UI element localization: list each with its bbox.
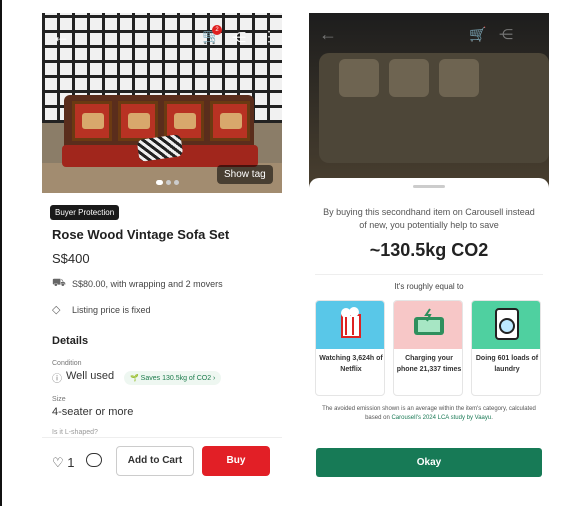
cushion [210,101,250,141]
listing-title: Rose Wood Vintage Sofa Set [52,227,230,242]
card-caption: Charging your phone 21,337 times [396,355,462,373]
buyer-protection-badge[interactable]: Buyer Protection [50,205,120,220]
elephant-emblem [220,113,242,129]
lshaped-label: Is it L-shaped? [52,429,98,436]
share-icon: ⋲ [499,26,513,42]
card-caption: Doing 601 loads of laundry [475,355,539,373]
carousel-dots [156,180,179,185]
chevron-right-icon: › [211,375,216,382]
condition-label: Condition [52,360,82,367]
size-value: 4-seater or more [52,406,134,418]
delivery-icon: ⛟ [52,277,66,289]
popcorn-icon [316,301,384,349]
elephant-emblem [128,113,150,129]
condition-value: Well used [66,370,115,382]
cushion [389,59,429,97]
co2-savings-text: Saves 130.5kg of CO2 [140,375,212,382]
co2-amount: ~130.5kg CO2 [369,240,489,260]
size-label: Size [52,396,66,403]
details-heading: Details [52,335,89,347]
carousel-dot [174,180,179,185]
listing-price: S$400 [52,251,90,266]
sheet-intro: By buying this secondhand item on Carous… [323,207,535,230]
carousel-dot [156,180,163,185]
cart-icon: 🛒 [469,26,487,42]
equal-heading: It's roughly equal to [394,282,464,291]
heart-icon: ♡ [52,455,64,470]
leaf-icon: 🌱 [130,375,141,382]
equivalence-card-netflix: Watching 3,624h of Netflix [315,300,385,396]
info-icon[interactable]: ⓘ [52,370,62,385]
divider [42,437,282,438]
co2-savings-pill[interactable]: 🌱 Saves 130.5kg of CO2 › [124,371,222,385]
cushion [339,59,379,97]
back-arrow-icon[interactable]: ← [52,27,70,45]
cushion [439,59,479,97]
washing-machine-icon [472,301,540,349]
show-tag-button[interactable]: Show tag [217,165,273,184]
like-button[interactable]: ♡ 1 [52,455,75,471]
left-border [0,0,10,506]
carousel-dot [166,180,171,185]
chat-icon[interactable] [86,453,102,467]
equivalence-card-laundry: Doing 601 loads of laundry [471,300,541,396]
divider [315,274,543,275]
elephant-emblem [82,113,104,129]
note-end: . [491,415,493,421]
delivery-text: S$80.00, with wrapping and 2 movers [72,279,223,289]
methodology-note: The avoided emission shown is an average… [317,405,541,423]
cushion [118,101,158,141]
co2-sheet-screen: ← 🛒 ⋲ By buying this secondhand item on … [309,13,549,494]
listing-photo-dimmed: ← 🛒 ⋲ [309,13,549,193]
price-fixed-text: Listing price is fixed [72,305,151,315]
equivalence-card-phone: Charging your phone 21,337 times [393,300,463,396]
like-count: 1 [67,455,75,470]
listing-photo[interactable]: ← 🛒 2 ⋲ ⋮ Show tag [42,13,282,193]
cart-badge: 2 [212,25,222,35]
cushion [72,101,112,141]
card-caption: Watching 3,624h of Netflix [319,355,383,373]
phone-charging-icon [394,301,462,349]
more-icon[interactable]: ⋮ [262,27,276,45]
buy-button[interactable]: Buy [202,446,270,476]
bottom-sheet: By buying this secondhand item on Carous… [309,178,549,494]
back-arrow-icon: ← [319,24,337,44]
listing-screen: ← 🛒 2 ⋲ ⋮ Show tag Buyer Protection Rose… [42,13,282,494]
lca-study-link[interactable]: Carousell's 2024 LCA study by Vaayu [391,415,491,421]
share-icon[interactable]: ⋲ [232,28,246,46]
elephant-emblem [174,113,196,129]
sheet-drag-handle[interactable] [413,185,445,188]
add-to-cart-button[interactable]: Add to Cart [116,446,194,476]
okay-button[interactable]: Okay [316,448,542,477]
tag-icon: ◇ [52,304,61,316]
